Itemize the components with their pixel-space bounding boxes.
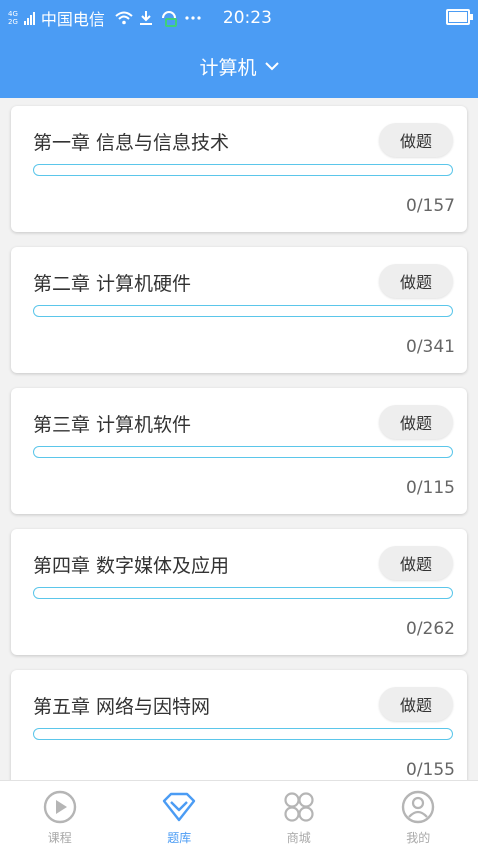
page-title: 计算机 xyxy=(199,53,256,80)
carrier-name: 中国电信 xyxy=(41,6,105,30)
progress-bar xyxy=(33,587,453,599)
download-icon xyxy=(139,10,153,26)
tab-question-bank[interactable]: 题库 xyxy=(120,781,240,851)
progress-count: 0/157 xyxy=(406,196,455,216)
network-type: 4G 2G xyxy=(8,10,18,26)
chapter-list[interactable]: 第一章 信息与信息技术 做题 0/157 第二章 计算机硬件 做题 0/341 … xyxy=(0,98,478,780)
progress-bar xyxy=(33,164,453,176)
user-icon xyxy=(401,790,435,824)
chapter-title: 第五章 网络与因特网 xyxy=(33,692,210,719)
tab-label: 商城 xyxy=(287,829,311,846)
status-bar: 4G 2G 中国电信 xyxy=(0,0,478,36)
battery-icon xyxy=(446,9,470,25)
practice-button[interactable]: 做题 xyxy=(379,546,453,580)
progress-bar xyxy=(33,446,453,458)
clock: 20:23 xyxy=(223,8,272,28)
vpn-key-icon xyxy=(159,8,179,28)
practice-button[interactable]: 做题 xyxy=(379,264,453,298)
chapter-card: 第一章 信息与信息技术 做题 0/157 xyxy=(11,106,467,232)
bottom-tab-bar: 课程 题库 商城 我的 xyxy=(0,780,478,851)
tab-store[interactable]: 商城 xyxy=(239,781,359,851)
chapter-card: 第三章 计算机软件 做题 0/115 xyxy=(11,388,467,514)
chevron-down-icon xyxy=(265,61,279,71)
diamond-icon xyxy=(162,792,196,822)
progress-count: 0/155 xyxy=(406,760,455,780)
progress-bar xyxy=(33,305,453,317)
chapter-card: 第五章 网络与因特网 做题 0/155 xyxy=(11,670,467,780)
practice-button[interactable]: 做题 xyxy=(379,687,453,721)
chapter-card: 第二章 计算机硬件 做题 0/341 xyxy=(11,247,467,373)
network-bottom: 2G xyxy=(8,18,18,26)
tab-courses[interactable]: 课程 xyxy=(0,781,120,851)
practice-button[interactable]: 做题 xyxy=(379,123,453,157)
progress-count: 0/341 xyxy=(406,337,455,357)
chapter-title: 第二章 计算机硬件 xyxy=(33,269,191,296)
chapter-title: 第三章 计算机软件 xyxy=(33,410,191,437)
tab-label: 我的 xyxy=(406,829,430,846)
progress-count: 0/115 xyxy=(406,478,455,498)
app-header: 4G 2G 中国电信 xyxy=(0,0,478,98)
progress-count: 0/262 xyxy=(406,619,455,639)
chapter-card: 第四章 数字媒体及应用 做题 0/262 xyxy=(11,529,467,655)
more-icon xyxy=(185,15,201,21)
play-circle-icon xyxy=(43,790,77,824)
tab-label: 题库 xyxy=(167,829,191,846)
progress-bar xyxy=(33,728,453,740)
network-top: 4G xyxy=(8,10,18,18)
tab-me[interactable]: 我的 xyxy=(359,781,478,851)
wifi-icon xyxy=(115,11,133,25)
chapter-title: 第四章 数字媒体及应用 xyxy=(33,551,229,578)
tab-label: 课程 xyxy=(48,829,72,846)
grid-icon xyxy=(283,791,315,823)
practice-button[interactable]: 做题 xyxy=(379,405,453,439)
subject-selector[interactable]: 计算机 xyxy=(0,50,478,82)
chapter-title: 第一章 信息与信息技术 xyxy=(33,128,229,155)
signal-icon xyxy=(24,11,35,25)
